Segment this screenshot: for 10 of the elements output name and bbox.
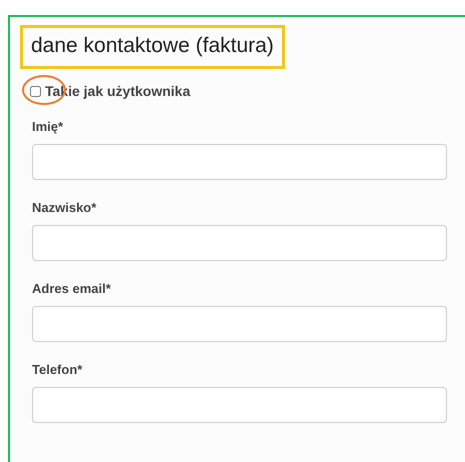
input-field[interactable] <box>32 144 447 180</box>
field-label: Adres email* <box>32 281 112 296</box>
same-as-user-checkbox[interactable] <box>30 86 41 96</box>
field-label: Telefon* <box>32 362 84 377</box>
input-field[interactable] <box>32 306 447 342</box>
input-field[interactable] <box>32 225 447 261</box>
section-title: dane kontaktowe (faktura) <box>20 25 285 69</box>
field-label: Imię* <box>32 119 64 134</box>
field-label: Nazwisko* <box>32 200 98 215</box>
input-field[interactable] <box>32 387 447 423</box>
